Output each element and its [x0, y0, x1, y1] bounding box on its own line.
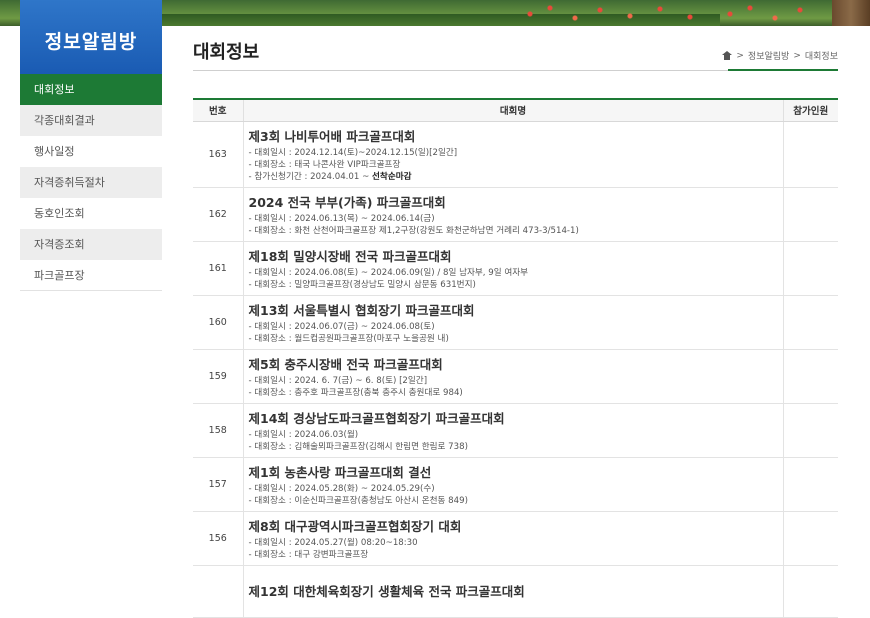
sidebar-item-certificate-search[interactable]: 자격증조회	[20, 229, 162, 260]
row-participants	[782, 241, 838, 296]
row-number: 162	[193, 187, 243, 242]
row-participants	[782, 511, 838, 566]
competition-venue: - 대회장소 : 이순신파크골프장(충청남도 아산시 온천동 849)	[248, 495, 468, 506]
row-content: 제12회 대한체육회장기 생활체육 전국 파크골프대회	[242, 565, 783, 618]
breadcrumb-item-section[interactable]: 정보알림방	[748, 49, 789, 62]
banner-flowers	[520, 0, 820, 26]
competition-title-link[interactable]: 2024 전국 부부(가족) 파크골프대회	[249, 192, 778, 211]
title-divider	[193, 69, 838, 71]
registration-status: 선착순마감	[372, 171, 412, 182]
banner-tree-trunk	[832, 0, 870, 26]
competition-title-link[interactable]: 제5회 충주시장배 전국 파크골프대회	[249, 354, 778, 373]
table-row[interactable]: 157 제1회 농촌사랑 파크골프대회 결선 - 대회일시 : 2024.05.…	[193, 457, 838, 512]
row-content: 제3회 나비투어배 파크골프대회 - 대회일시 : 2024.12.14(토)~…	[242, 121, 783, 188]
row-number: 159	[193, 349, 243, 404]
breadcrumb-item-current: 대회정보	[804, 52, 838, 62]
row-number: 163	[193, 121, 243, 188]
row-number: 158	[193, 403, 243, 458]
table-row[interactable]: 159 제5회 충주시장배 전국 파크골프대회 - 대회일시 : 2024. 6…	[193, 349, 838, 404]
table-row[interactable]: 160 제13회 서울특별시 협회장기 파크골프대회 - 대회일시 : 2024…	[193, 295, 838, 350]
sidebar-item-event-schedule[interactable]: 행사일정	[20, 136, 162, 167]
competition-date: - 대회일시 : 2024.06.13(목) ~ 2024.06.14(금)	[248, 213, 435, 224]
row-participants	[782, 565, 838, 618]
competition-venue: - 대회장소 : 태국 나콘사완 VIP파크골프장	[248, 159, 401, 170]
row-number: 160	[193, 295, 243, 350]
sidebar-item-certification-procedure[interactable]: 자격증취득절차	[20, 167, 162, 198]
competition-title-link[interactable]: 제1회 농촌사랑 파크골프대회 결선	[249, 462, 778, 481]
sidebar-item-competition-info[interactable]: 대회정보	[20, 74, 162, 105]
table-row[interactable]: 163 제3회 나비투어배 파크골프대회 - 대회일시 : 2024.12.14…	[193, 121, 838, 188]
row-content: 제8회 대구광역시파크골프협회장기 대회 - 대회일시 : 2024.05.27…	[242, 511, 783, 566]
table-row[interactable]: 161 제18회 밀양시장배 전국 파크골프대회 - 대회일시 : 2024.0…	[193, 241, 838, 296]
competition-venue: - 대회장소 : 김해술뫼파크골프장(김해시 한림면 한림로 738)	[248, 441, 468, 452]
table-header-row: 번호 대회명 참가인원	[193, 99, 838, 122]
sidebar-item-competition-results[interactable]: 각종대회결과	[20, 105, 162, 136]
table-row[interactable]: 제12회 대한체육회장기 생활체육 전국 파크골프대회	[193, 565, 838, 618]
sidebar-item-member-search[interactable]: 동호인조회	[20, 198, 162, 229]
row-content: 제1회 농촌사랑 파크골프대회 결선 - 대회일시 : 2024.05.28(화…	[242, 457, 783, 512]
row-participants	[782, 457, 838, 512]
page-title: 대회정보	[193, 42, 260, 63]
row-participants	[782, 121, 838, 188]
table-row[interactable]: 162 2024 전국 부부(가족) 파크골프대회 - 대회일시 : 2024.…	[193, 187, 838, 242]
row-content: 제13회 서울특별시 협회장기 파크골프대회 - 대회일시 : 2024.06.…	[242, 295, 783, 350]
registration-period: - 참가신청기간 : 2024.04.01 ~	[248, 171, 372, 182]
competition-title-link[interactable]: 제13회 서울특별시 협회장기 파크골프대회	[249, 300, 778, 319]
competition-date: - 대회일시 : 2024.06.03(월)	[248, 429, 359, 440]
competition-venue: - 대회장소 : 월드컵공원파크골프장(마포구 노을공원 내)	[248, 333, 449, 344]
competition-table: 번호 대회명 참가인원 163 제3회 나비투어배 파크골프대회 - 대회일시 …	[193, 98, 838, 618]
competition-date: - 대회일시 : 2024. 6. 7(금) ~ 6. 8(토) [2일간]	[248, 375, 428, 386]
competition-date: - 대회일시 : 2024.05.27(월) 08:20~18:30	[248, 537, 418, 548]
competition-date: - 대회일시 : 2024.06.07(금) ~ 2024.06.08(토)	[248, 321, 435, 332]
row-participants	[782, 349, 838, 404]
sidebar-nav: 대회정보 각종대회결과 행사일정 자격증취득절차 동호인조회 자격증조회 파크골…	[20, 74, 162, 291]
row-content: 제5회 충주시장배 전국 파크골프대회 - 대회일시 : 2024. 6. 7(…	[242, 349, 783, 404]
breadcrumb-separator: >	[793, 50, 801, 61]
home-icon[interactable]	[722, 51, 733, 60]
competition-title-link[interactable]: 제14회 경상남도파크골프협회장기 파크골프대회	[249, 408, 778, 427]
row-number: 161	[193, 241, 243, 296]
row-number: 156	[193, 511, 243, 566]
competition-date: - 대회일시 : 2024.05.28(화) ~ 2024.05.29(수)	[248, 483, 435, 494]
competition-date: - 대회일시 : 2024.06.08(토) ~ 2024.06.09(일) /…	[248, 267, 529, 278]
competition-venue: - 대회장소 : 대구 강변파크골프장	[248, 549, 369, 560]
row-content: 제14회 경상남도파크골프협회장기 파크골프대회 - 대회일시 : 2024.0…	[242, 403, 783, 458]
competition-venue: - 대회장소 : 화천 산천어파크골프장 제1,2구장(강원도 화천군하남면 거…	[248, 225, 579, 236]
competition-title-link[interactable]: 제12회 대한체육회장기 생활체육 전국 파크골프대회	[249, 581, 778, 600]
competition-venue: - 대회장소 : 충주호 파크골프장(충북 충주시 충원대로 984)	[248, 387, 463, 398]
header-competition-name: 대회명	[242, 99, 783, 122]
row-participants	[782, 187, 838, 242]
table-row[interactable]: 156 제8회 대구광역시파크골프협회장기 대회 - 대회일시 : 2024.0…	[193, 511, 838, 566]
breadcrumb: > 정보알림방 > 대회정보	[722, 49, 838, 62]
row-number: 157	[193, 457, 243, 512]
competition-title-link[interactable]: 제8회 대구광역시파크골프협회장기 대회	[249, 516, 778, 535]
row-number	[193, 565, 243, 618]
competition-registration: - 참가신청기간 : 2024.04.01 ~ 선착순마감	[249, 171, 778, 183]
breadcrumb-separator: >	[736, 50, 744, 61]
row-participants	[782, 295, 838, 350]
sidebar-item-park-golf-courses[interactable]: 파크골프장	[20, 260, 162, 291]
row-content: 2024 전국 부부(가족) 파크골프대회 - 대회일시 : 2024.06.1…	[242, 187, 783, 242]
title-divider-accent	[728, 69, 838, 71]
sidebar-title: 정보알림방	[20, 0, 162, 74]
competition-date: - 대회일시 : 2024.12.14(토)~2024.12.15(일)[2일간…	[248, 147, 458, 158]
competition-venue: - 대회장소 : 밀양파크골프장(경상남도 밀양시 삼문동 631번지)	[248, 279, 476, 290]
competition-title-link[interactable]: 제18회 밀양시장배 전국 파크골프대회	[249, 246, 778, 265]
row-content: 제18회 밀양시장배 전국 파크골프대회 - 대회일시 : 2024.06.08…	[242, 241, 783, 296]
competition-title-link[interactable]: 제3회 나비투어배 파크골프대회	[249, 126, 778, 145]
header-participants: 참가인원	[782, 99, 838, 122]
row-participants	[782, 403, 838, 458]
header-number: 번호	[193, 99, 243, 122]
table-row[interactable]: 158 제14회 경상남도파크골프협회장기 파크골프대회 - 대회일시 : 20…	[193, 403, 838, 458]
